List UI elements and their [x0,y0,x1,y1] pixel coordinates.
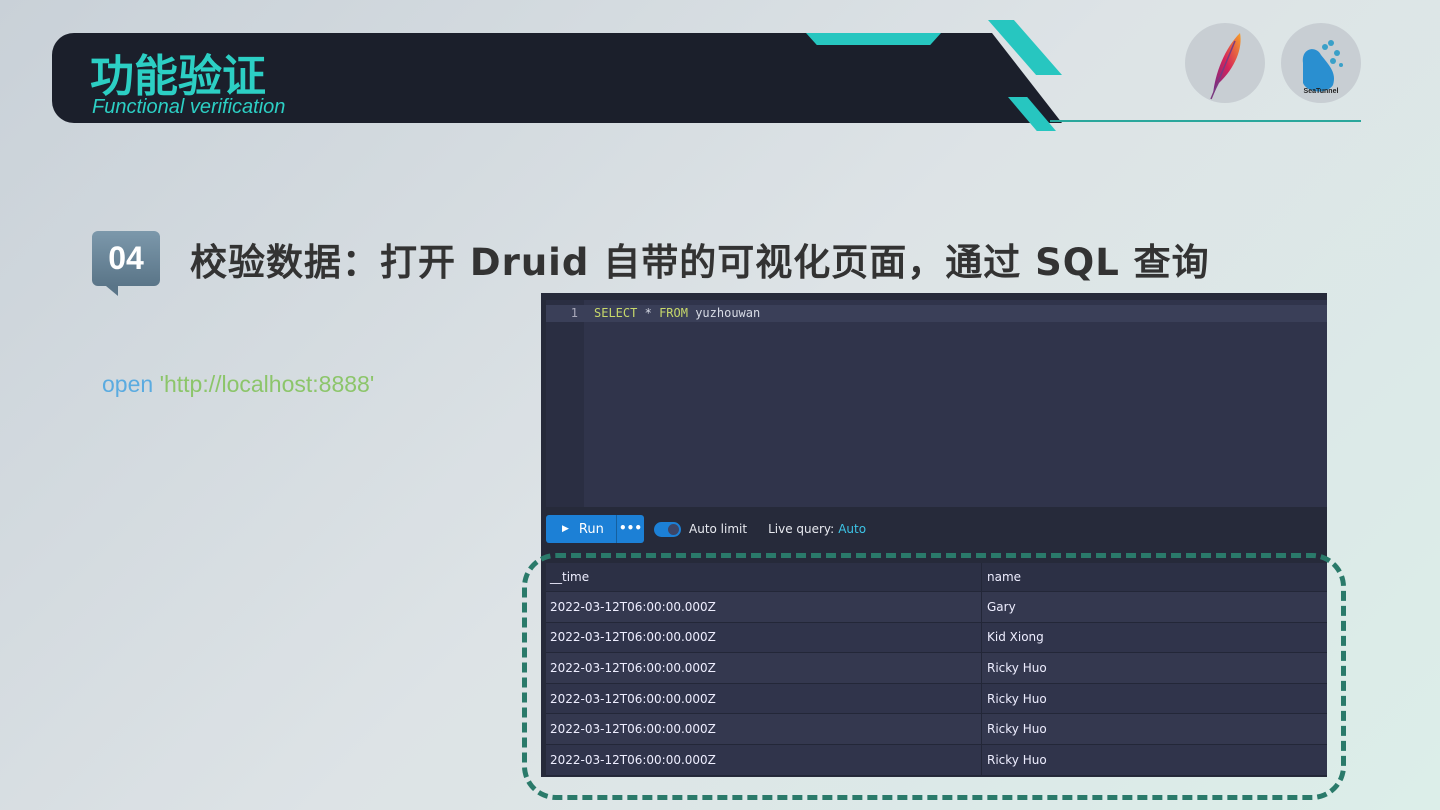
svg-text:SeaTunnel: SeaTunnel [1304,88,1339,95]
cell-time: 2022-03-12T06:00:00.000Z [546,622,982,653]
cell-name: Ricky Huo [987,691,1047,706]
cell-name: Ricky Huo [987,722,1047,737]
seatunnel-logo: SeaTunnel [1281,23,1361,103]
sql-editor[interactable]: 1 SELECT * FROM yuzhouwan [546,300,1327,507]
play-icon: ▶ [562,524,569,534]
table-header: __time name [546,563,1327,592]
table-row: 2022-03-12T06:00:00.000Z Ricky Huo [546,744,1327,776]
cell-name: Gary [987,599,1016,614]
column-header-name[interactable]: name [982,570,1021,584]
cell-time: 2022-03-12T06:00:00.000Z [546,714,982,744]
header-line [1050,120,1361,122]
line-number: 1 [570,306,578,320]
results-table: __time name 2022-03-12T06:00:00.000Z Gary … [546,563,1327,776]
more-options-button[interactable]: ••• [616,515,644,543]
auto-limit-label: Auto limit [689,522,748,536]
command-keyword: open [102,371,154,397]
cell-time: 2022-03-12T06:00:00.000Z [546,653,982,683]
page-subtitle: Functional verification [92,96,286,118]
table-row: 2022-03-12T06:00:00.000Z Ricky Huo [546,714,1327,745]
auto-limit-toggle[interactable] [654,521,681,537]
cell-name: Ricky Huo [987,752,1047,767]
cell-name: Kid Xiong [987,630,1044,645]
query-toolbar: ▶ Run ••• Auto limit Live query: Auto [546,515,866,543]
apache-feather-logo [1185,23,1265,103]
header-accent [806,33,941,45]
table-row: 2022-03-12T06:00:00.000Z Gary [546,592,1327,623]
run-button[interactable]: ▶ Run [546,515,616,543]
table-row: 2022-03-12T06:00:00.000Z Kid Xiong [546,622,1327,654]
cell-time: 2022-03-12T06:00:00.000Z [546,744,982,775]
live-query-label: Live query: [768,522,835,536]
sql-code: SELECT * FROM yuzhouwan [594,306,761,320]
cell-time: 2022-03-12T06:00:00.000Z [546,683,982,714]
cell-name: Ricky Huo [987,660,1047,675]
column-header-time[interactable]: __time [546,563,982,591]
command-url: 'http://localhost:8888' [159,371,375,397]
live-query-value[interactable]: Auto [838,522,866,536]
cell-time: 2022-03-12T06:00:00.000Z [546,592,982,622]
table-row: 2022-03-12T06:00:00.000Z Ricky Huo [546,653,1327,684]
editor-gutter [546,300,584,507]
step-heading: 校验数据：打开 Druid 自带的可视化页面，通过 SQL 查询 [190,241,1210,284]
table-row: 2022-03-12T06:00:00.000Z Ricky Huo [546,683,1327,715]
step-badge: 04 [92,231,160,296]
command-text: open 'http://localhost:8888' [102,371,374,398]
page-title: 功能验证 [90,51,266,102]
druid-query-screenshot: 1 SELECT * FROM yuzhouwan ▶ Run ••• Auto … [541,293,1327,777]
